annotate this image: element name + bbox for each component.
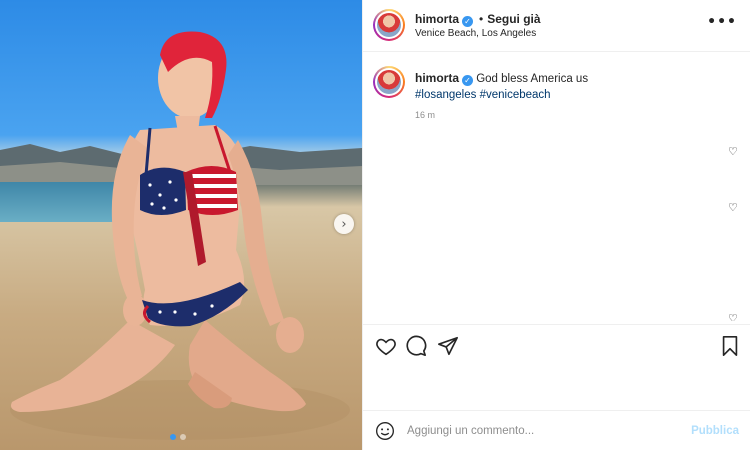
caption-body: God bless America us	[476, 73, 589, 85]
comment-bubble-icon[interactable]	[405, 335, 427, 357]
hashtag-links[interactable]: #losangeles #venicebeach	[415, 89, 551, 101]
action-bar	[363, 324, 750, 370]
verified-badge-icon: ✓	[462, 16, 474, 27]
caption-text: himorta ✓ God bless America us #losangele…	[415, 70, 735, 103]
avatar[interactable]	[373, 66, 405, 98]
comment-like-icon[interactable]: ♡	[728, 202, 740, 214]
username-link[interactable]: himorta	[415, 71, 459, 85]
post-photo[interactable]: ›	[0, 0, 362, 450]
comment-like-icon[interactable]: ♡	[728, 313, 740, 321]
header-line: himorta ✓ • Segui già	[415, 12, 541, 27]
carousel-next-button[interactable]: ›	[334, 214, 354, 234]
post-sidebar: himorta ✓ • Segui già Venice Beach, Los Ang…	[362, 0, 750, 450]
carousel-dot	[170, 434, 176, 440]
chevron-right-icon: ›	[341, 216, 347, 232]
smiley-icon[interactable]	[375, 421, 395, 441]
bookmark-icon[interactable]	[719, 335, 741, 357]
model-figure	[10, 31, 350, 440]
avatar[interactable]	[373, 9, 405, 41]
paper-plane-icon[interactable]	[437, 335, 459, 357]
username-link[interactable]: himorta	[415, 12, 459, 26]
carousel-dot	[180, 434, 186, 440]
location-link[interactable]: Venice Beach, Los Angeles	[415, 28, 536, 39]
post-header: himorta ✓ • Segui già Venice Beach, Los Ang…	[363, 0, 750, 52]
separator-dot: •	[479, 12, 484, 26]
add-comment-bar: Pubblica	[363, 410, 750, 450]
heart-icon[interactable]	[375, 335, 397, 357]
publish-button[interactable]: Pubblica	[691, 425, 739, 437]
post-timestamp[interactable]: 16 m	[415, 110, 435, 120]
carousel-indicator	[170, 434, 186, 440]
following-button[interactable]: Segui già	[487, 12, 540, 26]
more-options-icon[interactable]: •••	[707, 14, 737, 30]
verified-badge-icon: ✓	[462, 75, 474, 86]
comment-like-icon[interactable]: ♡	[728, 146, 740, 158]
comment-input[interactable]	[407, 423, 677, 439]
